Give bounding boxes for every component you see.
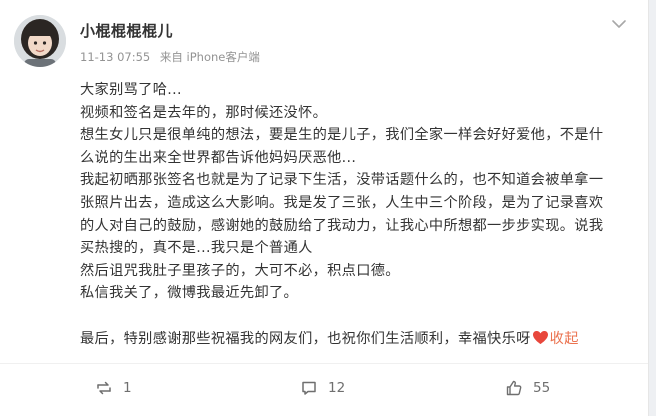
post-line: 的人对自己的鼓励，感谢她的鼓励给了我动力，让我心中所想都一步步实现。说我 <box>80 217 604 234</box>
comment-icon <box>302 381 316 395</box>
post-body: 大家别骂了哈... 视频和签名是去年的，那时候还没怀。 想生女儿只是很单纯的想法… <box>80 79 640 350</box>
collapse-link[interactable]: 收起 <box>550 331 579 347</box>
like-count: 55 <box>533 380 551 396</box>
post-meta: 11-13 07:55 来自 iPhone客户端 <box>80 49 266 65</box>
weibo-post-card: 小棍棍棍棍儿 11-13 07:55 来自 iPhone客户端 大家别骂了哈..… <box>0 0 649 416</box>
post-source: 来自 iPhone客户端 <box>159 50 260 64</box>
like-button[interactable]: 55 <box>505 373 550 403</box>
post-line: 想生女儿只是很单纯的想法，要是生的是儿子，我们全家一样会好好爱他，不是什 <box>80 127 604 144</box>
post-last-line: 最后，特别感谢那些祝福我的网友们，也祝你们生活顺利，幸福快乐呀 收起 <box>80 328 640 351</box>
avatar[interactable] <box>14 15 66 67</box>
repost-count: 1 <box>123 380 132 396</box>
author-name[interactable]: 小棍棍棍棍儿 <box>80 20 173 41</box>
repost-button[interactable]: 1 <box>95 373 132 403</box>
post-line: 私信我关了，微博我最近先卸了。 <box>80 285 299 302</box>
comment-button[interactable]: 12 <box>300 373 345 403</box>
post-line: 我起初晒那张签名也就是为了记录下生活，没带话题什么的，也不知道会被单拿一 <box>80 172 604 189</box>
scrollbar-track[interactable] <box>649 0 656 416</box>
heart-emoji <box>532 330 549 353</box>
post-line: 视频和签名是去年的，那时候还没怀。 <box>80 104 328 121</box>
action-divider <box>0 363 648 364</box>
like-icon <box>506 380 522 396</box>
post-line: 么说的生出来全世界都告诉他妈妈厌恶他... <box>80 149 357 166</box>
comment-count: 12 <box>328 380 346 396</box>
post-line: 大家别骂了哈... <box>80 82 182 98</box>
post-line: 最后，特别感谢那些祝福我的网友们，也祝你们生活顺利，幸福快乐呀 <box>80 330 531 347</box>
post-line: 然后诅咒我肚子里孩子的，大可不必，积点口德。 <box>80 262 400 279</box>
post-line: 张照片出去，造成这么大影响。我是发了三张，人生中三个阶段，是为了记录喜欢 <box>80 194 604 211</box>
post-time[interactable]: 11-13 07:55 <box>80 50 150 64</box>
post-line: 买热搜的，真不是...我只是个普通人 <box>80 240 313 257</box>
chevron-down-icon[interactable] <box>608 13 630 35</box>
repost-icon <box>97 381 111 395</box>
